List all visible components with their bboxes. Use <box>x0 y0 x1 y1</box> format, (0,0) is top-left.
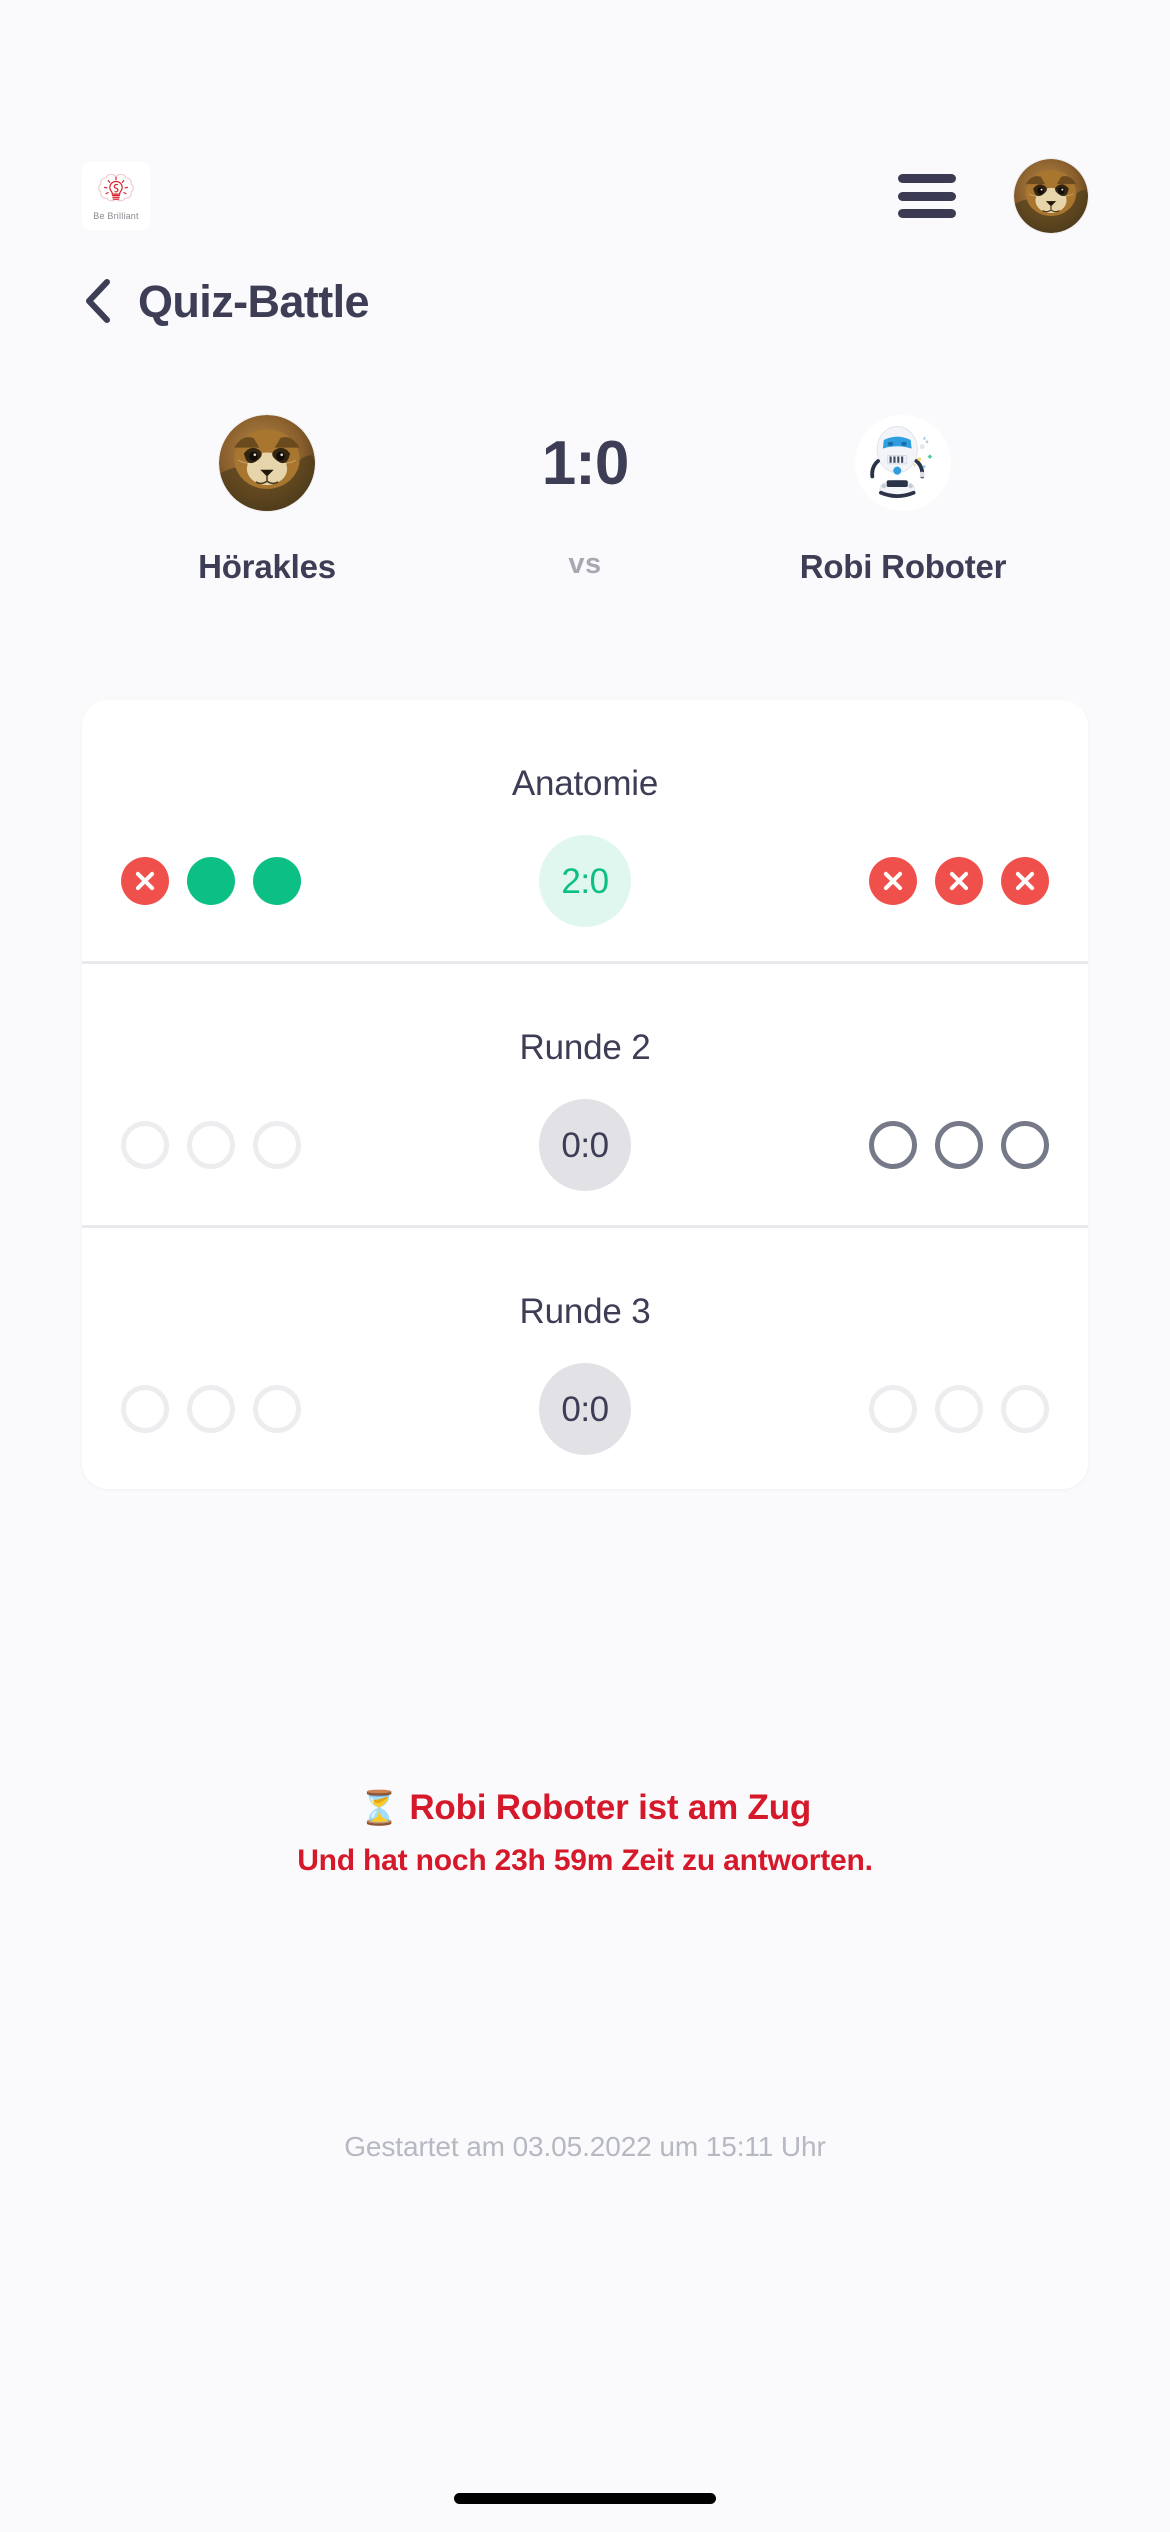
round-dots-left <box>121 1121 421 1169</box>
round-body: 0:0 <box>82 1065 1088 1225</box>
versus-label: vs <box>568 548 602 580</box>
page-header: Quiz-Battle <box>82 275 370 327</box>
hamburger-bar <box>898 209 956 218</box>
brain-lightbulb-icon <box>98 173 134 202</box>
answer-dot-empty <box>1001 1385 1049 1433</box>
round-row[interactable]: Runde 2 0:0 <box>82 961 1088 1225</box>
round-score-wrap: 0:0 <box>421 1363 749 1455</box>
player-left-avatar[interactable] <box>219 415 315 511</box>
match-score: 1:0 <box>541 429 630 498</box>
user-avatar-raccoon <box>1014 159 1088 233</box>
quiz-battle-screen: Be Brilliant Quiz-Battle Hörakles 1:0 vs… <box>0 0 1170 2532</box>
answer-dot-empty <box>253 1385 301 1433</box>
round-dots-right <box>749 1121 1049 1169</box>
answer-dot-empty <box>187 1385 235 1433</box>
turn-status-main: ⏳ Robi Roboter ist am Zug <box>0 1790 1170 1825</box>
answer-dot-correct <box>187 857 235 905</box>
back-button[interactable] <box>82 278 112 324</box>
answer-dot-empty <box>935 1385 983 1433</box>
versus-center: 1:0 vs <box>452 415 718 579</box>
round-score: 2:0 <box>539 835 631 927</box>
match-started-note: Gestartet am 03.05.2022 um 15:11 Uhr <box>344 2131 826 2162</box>
player-left-name: Hörakles <box>198 548 336 585</box>
round-body: 2:0 <box>82 801 1088 961</box>
round-dots-left <box>121 1385 421 1433</box>
home-indicator[interactable] <box>454 2493 716 2504</box>
answer-dot-empty <box>121 1121 169 1169</box>
round-row[interactable]: Runde 3 0:0 <box>82 1225 1088 1489</box>
rounds-card: Anatomie 2:0 Runde 2 0:0 Runde 3 0:0 <box>82 700 1088 1489</box>
answer-dot-wrong <box>121 857 169 905</box>
answer-dot-correct <box>253 857 301 905</box>
player-right-name: Robi Roboter <box>799 548 1007 585</box>
brand-logo[interactable]: Be Brilliant <box>82 162 150 230</box>
round-score: 0:0 <box>539 1363 631 1455</box>
round-dots-right <box>749 857 1049 905</box>
round-score-wrap: 0:0 <box>421 1099 749 1191</box>
answer-dot-wrong <box>1001 857 1049 905</box>
round-title: Runde 2 <box>519 1028 651 1067</box>
app-header: Be Brilliant <box>0 140 1170 252</box>
answer-dot-pending <box>1001 1121 1049 1169</box>
answer-dot-empty <box>121 1385 169 1433</box>
hamburger-menu-icon[interactable] <box>898 174 956 218</box>
answer-dot-wrong <box>869 857 917 905</box>
answer-dot-pending <box>935 1121 983 1169</box>
player-right-avatar[interactable] <box>855 415 951 511</box>
avatar-robot <box>855 415 951 511</box>
round-dots-left <box>121 857 421 905</box>
turn-status: ⏳ Robi Roboter ist am Zug Und hat noch 2… <box>0 1790 1170 1876</box>
round-score-wrap: 2:0 <box>421 835 749 927</box>
round-row[interactable]: Anatomie 2:0 <box>82 700 1088 961</box>
answer-dot-empty <box>253 1121 301 1169</box>
avatar[interactable] <box>1014 159 1088 233</box>
player-right[interactable]: Robi Roboter <box>718 415 1088 583</box>
avatar-raccoon <box>219 415 315 511</box>
round-body: 0:0 <box>82 1329 1088 1489</box>
answer-dot-empty <box>187 1121 235 1169</box>
page-title: Quiz-Battle <box>138 275 370 327</box>
round-score: 0:0 <box>539 1099 631 1191</box>
hamburger-bar <box>898 191 956 201</box>
answer-dot-pending <box>869 1121 917 1169</box>
hamburger-bar <box>898 174 956 183</box>
chevron-left-icon <box>86 279 110 323</box>
brand-tagline: Be Brilliant <box>93 211 139 221</box>
answer-dot-empty <box>869 1385 917 1433</box>
round-title: Runde 3 <box>519 1292 651 1331</box>
versus-section: Hörakles 1:0 vs Robi Roboter <box>82 415 1088 665</box>
answer-dot-wrong <box>935 857 983 905</box>
player-left[interactable]: Hörakles <box>82 415 452 583</box>
hourglass-icon: ⏳ <box>358 1789 400 1826</box>
turn-status-sub: Und hat noch 23h 59m Zeit zu antworten. <box>297 1844 873 1877</box>
round-dots-right <box>749 1385 1049 1433</box>
turn-status-text: Robi Roboter ist am Zug <box>409 1788 812 1827</box>
round-title: Anatomie <box>511 764 659 803</box>
